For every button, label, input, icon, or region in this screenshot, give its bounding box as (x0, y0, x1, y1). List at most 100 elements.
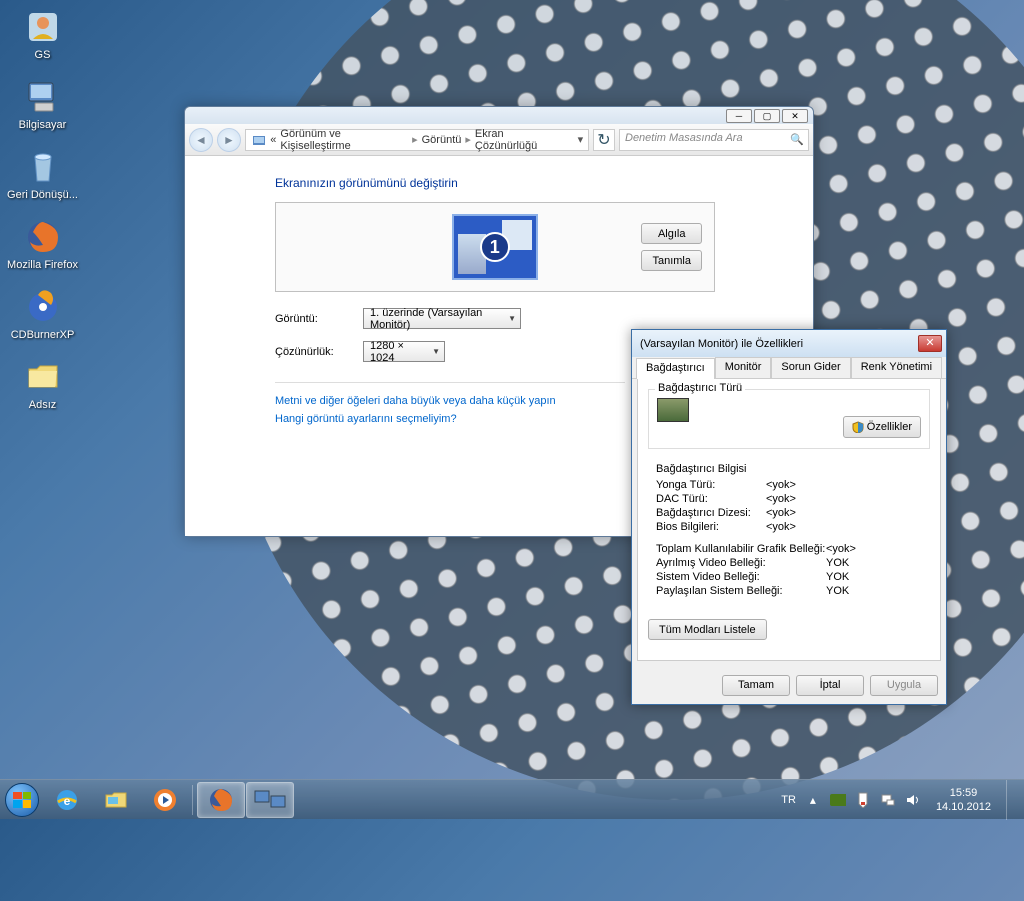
dialog-titlebar[interactable]: (Varsayılan Monitör) ile Özellikleri ✕ (632, 330, 946, 357)
close-button[interactable]: ✕ (782, 109, 808, 123)
refresh-button[interactable]: ↻ (593, 129, 615, 151)
adapter-card-icon (657, 398, 689, 422)
display-settings-icon (253, 789, 287, 811)
cdburner-icon (23, 287, 63, 327)
taskbar-firefox-running[interactable] (197, 782, 245, 818)
shared-mem-value: YOK (826, 585, 849, 597)
bios-info-value: <yok> (766, 521, 796, 533)
search-input[interactable]: Denetim Masasında Ara 🔍 (619, 129, 809, 151)
taskbar-media-player[interactable] (141, 782, 189, 818)
dedicated-video-value: YOK (826, 557, 849, 569)
desktop-icons-column: GS Bilgisayar Geri Dönüşü... Mozilla Fir… (5, 5, 85, 425)
action-center-icon[interactable] (855, 792, 871, 808)
chip-type-value: <yok> (766, 479, 796, 491)
identify-button[interactable]: Tanımla (641, 250, 702, 271)
shield-icon (852, 421, 864, 433)
tab-color-management[interactable]: Renk Yönetimi (851, 357, 942, 378)
breadcrumb-item[interactable]: Görünüm ve Kişiselleştirme (280, 128, 408, 152)
dialog-title: (Varsayılan Monitör) ile Özellikleri (640, 338, 803, 350)
desktop-icon-firefox[interactable]: Mozilla Firefox (5, 215, 80, 283)
folder-icon (102, 786, 130, 814)
total-mem-label: Toplam Kullanılabilir Grafik Belleği: (656, 543, 826, 555)
total-mem-value: <yok> (826, 543, 856, 555)
system-video-label: Sistem Video Belleği: (656, 571, 826, 583)
dedicated-video-label: Ayrılmış Video Belleği: (656, 557, 826, 569)
volume-icon[interactable] (905, 792, 921, 808)
breadcrumb-dropdown[interactable]: ▾ (573, 133, 588, 146)
network-icon[interactable] (880, 792, 896, 808)
user-account-icon (23, 7, 63, 47)
cancel-button[interactable]: İptal (796, 675, 864, 696)
clock[interactable]: 15:59 14.10.2012 (930, 786, 997, 814)
time: 15:59 (936, 786, 991, 800)
links-section: Metni ve diğer öğeleri daha büyük veya d… (275, 382, 625, 425)
folder-icon (23, 357, 63, 397)
adapter-info-group: Bağdaştırıcı Bilgisi Yonga Türü:<yok> DA… (648, 459, 930, 603)
date: 14.10.2012 (936, 800, 991, 814)
icon-label: Adsız (29, 399, 57, 411)
display-row: Görüntü: 1. üzerinde (Varsayılan Monitör… (275, 308, 793, 329)
icon-label: CDBurnerXP (11, 329, 75, 341)
tab-content: Bağdaştırıcı Türü Özellikler Bağdaştırıc… (637, 379, 941, 661)
svg-text:e: e (64, 794, 71, 808)
desktop-icon-computer[interactable]: Bilgisayar (5, 75, 80, 143)
display-settings-help-link[interactable]: Hangi görüntü ayarlarını seçmeliyim? (275, 413, 625, 425)
adapter-string-value: <yok> (766, 507, 796, 519)
taskbar-explorer[interactable] (92, 782, 140, 818)
tab-troubleshoot[interactable]: Sorun Gider (771, 357, 850, 378)
taskbar-ie[interactable]: e (43, 782, 91, 818)
ie-icon: e (53, 786, 81, 814)
desktop-icon-recycle-bin[interactable]: Geri Dönüşü... (5, 145, 80, 213)
control-panel-icon (251, 132, 266, 148)
show-desktop-button[interactable] (1006, 780, 1018, 820)
breadcrumb[interactable]: « Görünüm ve Kişiselleştirme ▸ Görüntü ▸… (245, 129, 589, 151)
breadcrumb-prefix: « (270, 134, 276, 146)
tab-adapter[interactable]: Bağdaştırıcı (636, 358, 715, 379)
ok-button[interactable]: Tamam (722, 675, 790, 696)
display-label: Görüntü: (275, 313, 363, 325)
recycle-bin-icon (23, 147, 63, 187)
breadcrumb-item[interactable]: Görüntü (422, 134, 462, 146)
navigation-bar: ◄ ► « Görünüm ve Kişiselleştirme ▸ Görün… (185, 124, 813, 156)
icon-label: Mozilla Firefox (7, 259, 78, 271)
system-video-value: YOK (826, 571, 849, 583)
chip-type-label: Yonga Türü: (656, 479, 766, 491)
taskbar: e TR ▴ 15:59 14.10.2012 (0, 779, 1024, 819)
adapter-info-legend: Bağdaştırıcı Bilgisi (656, 463, 922, 475)
monitor-preview[interactable]: 1 (445, 211, 545, 283)
search-icon: 🔍 (790, 133, 804, 146)
apply-button[interactable]: Uygula (870, 675, 938, 696)
shared-mem-label: Paylaşılan Sistem Belleği: (656, 585, 826, 597)
monitor-preview-panel: 1 Algıla Tanımla (275, 202, 715, 292)
close-button[interactable]: ✕ (918, 335, 942, 352)
nvidia-tray-icon[interactable] (830, 792, 846, 808)
window-titlebar[interactable]: ─ ▢ ✕ (185, 107, 813, 124)
detect-button[interactable]: Algıla (641, 223, 702, 244)
text-size-link[interactable]: Metni ve diğer öğeleri daha büyük veya d… (275, 395, 625, 407)
properties-button[interactable]: Özellikler (843, 416, 921, 438)
tab-monitor[interactable]: Monitör (715, 357, 772, 378)
forward-button[interactable]: ► (217, 128, 241, 152)
dac-type-label: DAC Türü: (656, 493, 766, 505)
desktop-icon-gs[interactable]: GS (5, 5, 80, 73)
list-all-modes-button[interactable]: Tüm Modları Listele (648, 619, 767, 640)
minimize-button[interactable]: ─ (726, 109, 752, 123)
resolution-dropdown[interactable]: 1280 × 1024 (363, 341, 445, 362)
back-button[interactable]: ◄ (189, 128, 213, 152)
taskbar-display-running[interactable] (246, 782, 294, 818)
maximize-button[interactable]: ▢ (754, 109, 780, 123)
start-button[interactable] (2, 780, 42, 820)
display-dropdown[interactable]: 1. üzerinde (Varsayılan Monitör) (363, 308, 521, 329)
show-hidden-icons[interactable]: ▴ (805, 792, 821, 808)
language-indicator[interactable]: TR (781, 794, 796, 806)
page-title: Ekranınızın görünümünü değiştirin (275, 176, 793, 190)
firefox-icon (207, 786, 235, 814)
firefox-icon (23, 217, 63, 257)
monitor-1-icon: 1 (452, 214, 538, 280)
adapter-type-group: Bağdaştırıcı Türü Özellikler (648, 389, 930, 449)
icon-label: Geri Dönüşü... (7, 189, 78, 201)
search-placeholder: Denetim Masasında Ara (625, 132, 743, 144)
desktop-icon-folder-adsiz[interactable]: Adsız (5, 355, 80, 423)
desktop-icon-cdburnerxp[interactable]: CDBurnerXP (5, 285, 80, 353)
breadcrumb-item[interactable]: Ekran Çözünürlüğü (475, 128, 565, 152)
